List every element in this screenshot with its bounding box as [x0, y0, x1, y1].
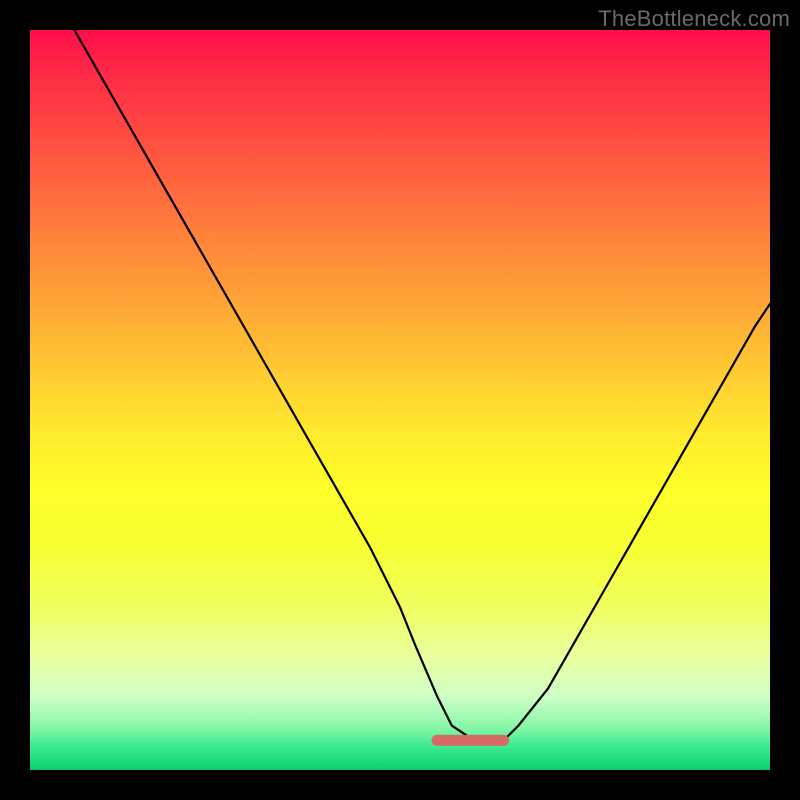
chart-frame: TheBottleneck.com	[0, 0, 800, 800]
curve-svg	[30, 30, 770, 770]
bottleneck-curve	[74, 30, 770, 740]
watermark-text: TheBottleneck.com	[598, 6, 790, 32]
plot-area	[30, 30, 770, 770]
